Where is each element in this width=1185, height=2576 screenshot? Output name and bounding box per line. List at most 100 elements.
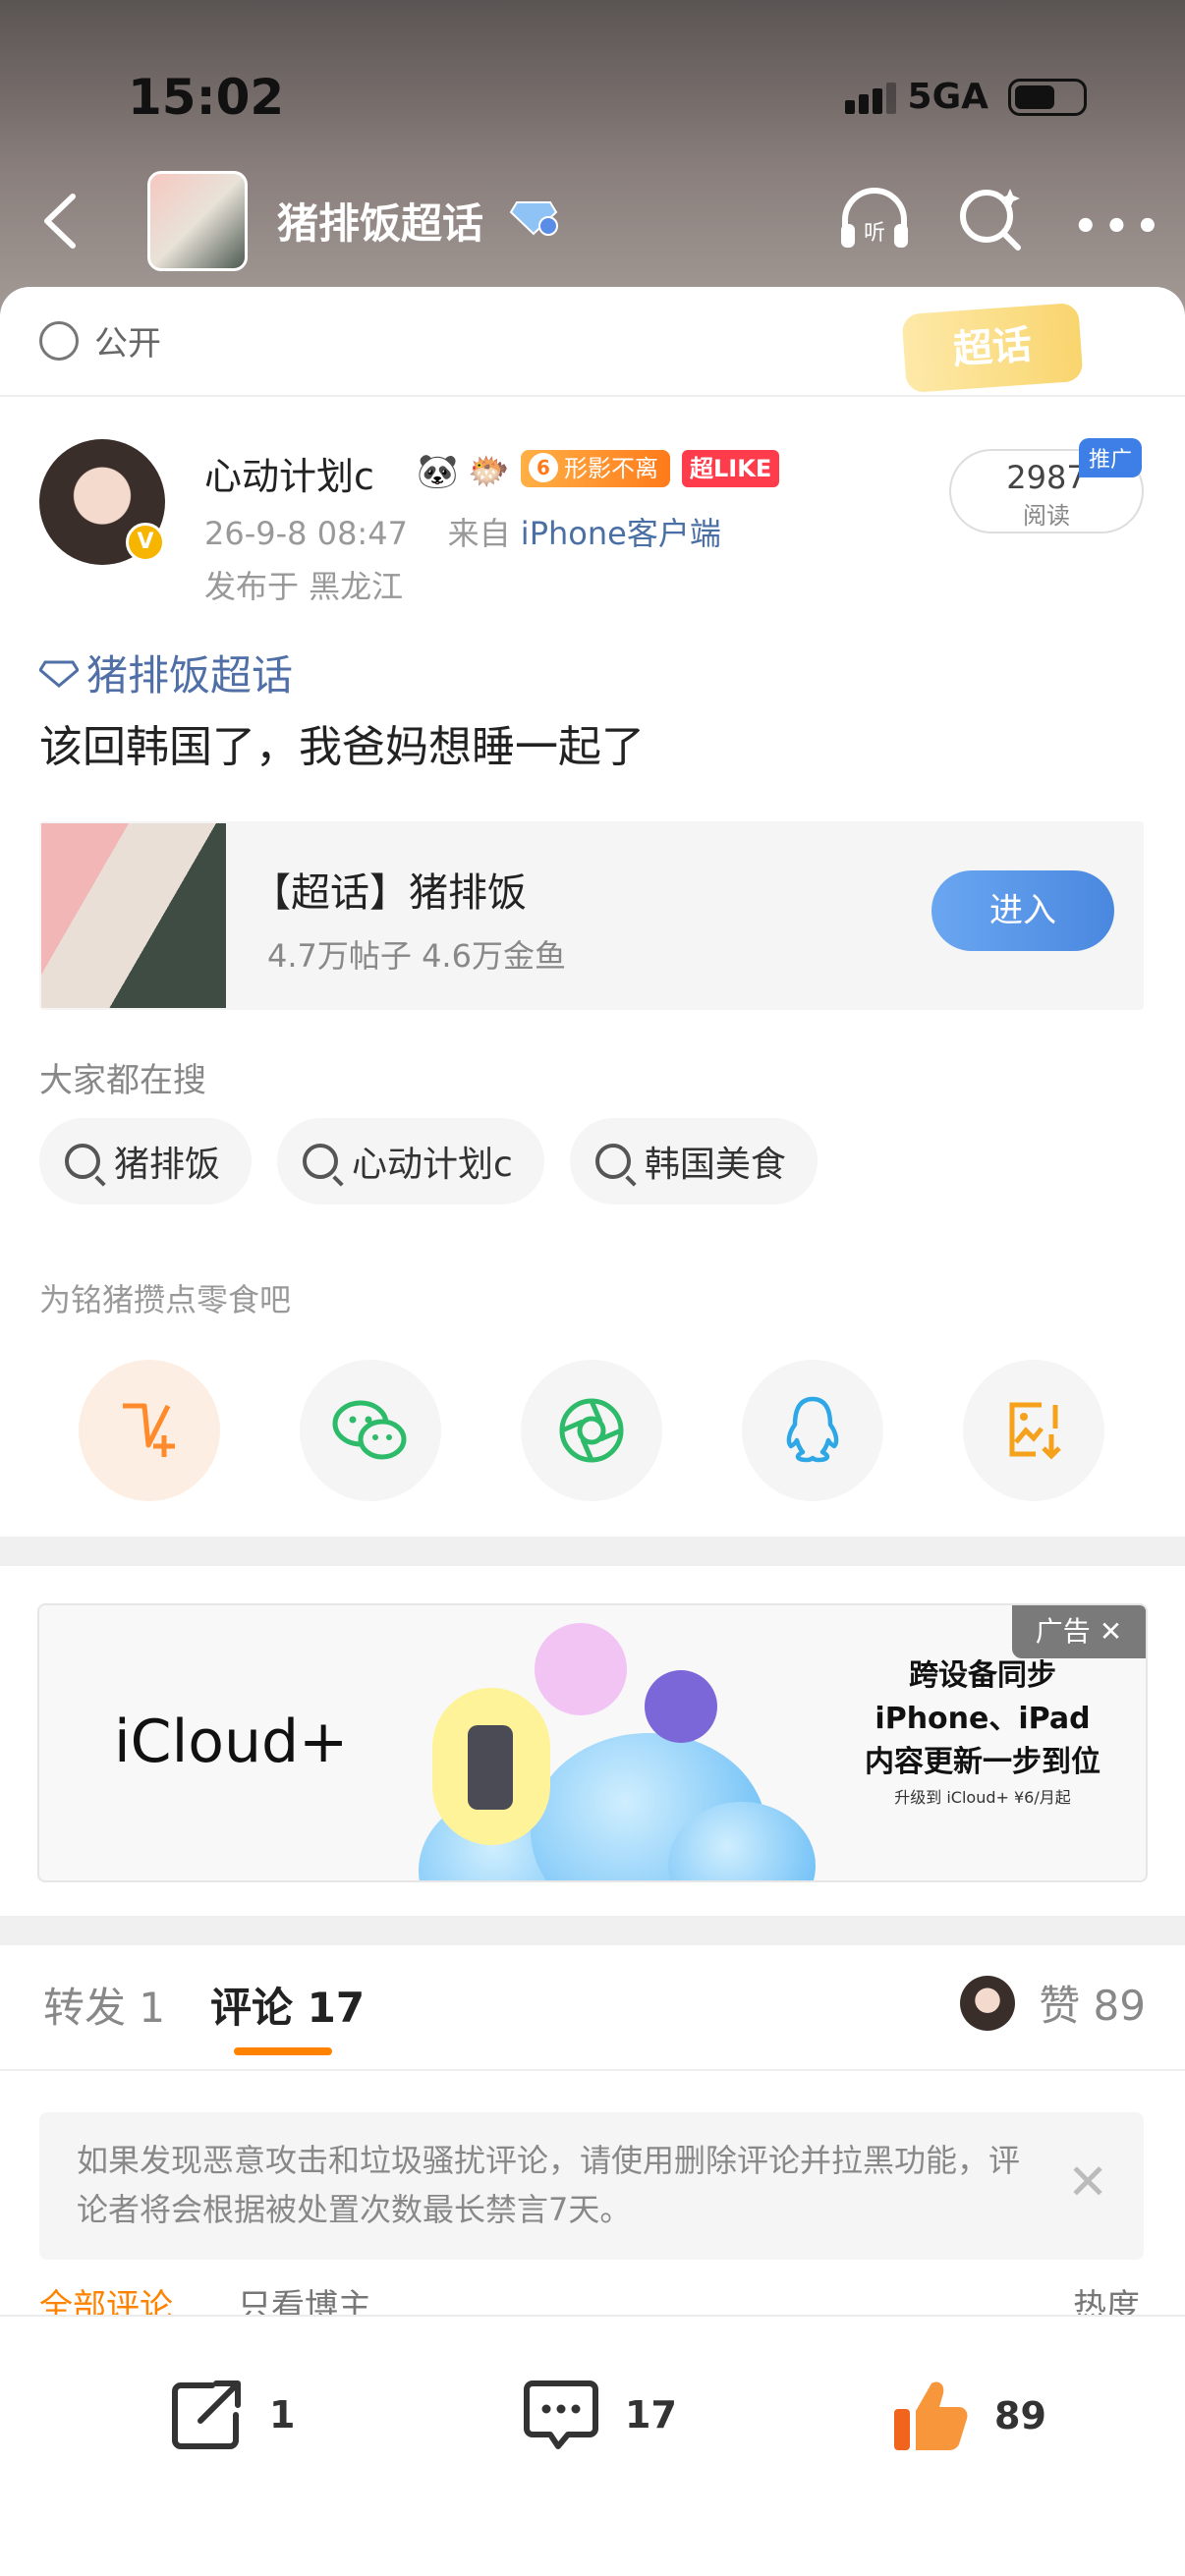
repost-count: 1 xyxy=(269,2393,296,2436)
vplus-icon xyxy=(123,1403,175,1457)
save-image-icon xyxy=(1009,1402,1061,1460)
search-suggestions: 猪排饭 心动计划c 韩国美食 xyxy=(39,1118,818,1204)
comment-notice: 如果发现恶意攻击和垃圾骚扰评论，请使用删除评论并拉黑功能，评论者将会根据被处置次… xyxy=(39,2112,1144,2260)
search-icon xyxy=(594,1144,631,1179)
qq-share-button[interactable] xyxy=(742,1360,883,1501)
tab-repost[interactable]: 转发 1 xyxy=(43,1975,165,2035)
ad-copy: 跨设备同步 iPhone、iPad 内容更新一步到位 升级到 iCloud+ ¥… xyxy=(835,1654,1130,1812)
vplus-share-button[interactable] xyxy=(79,1360,220,1501)
share-icon xyxy=(172,2380,241,2449)
moments-icon xyxy=(559,1398,624,1463)
medal-level: 6 xyxy=(529,453,558,482)
post-meta: 26-9-8 08:47 来自 iPhone客户端 xyxy=(204,509,721,554)
ad-brand: iCloud+ xyxy=(114,1708,349,1776)
network-type: 5GA xyxy=(907,77,988,117)
fan-medal[interactable]: 6 形影不离 xyxy=(521,450,670,487)
search-chip[interactable]: 心动计划c xyxy=(277,1118,544,1204)
globe-icon xyxy=(39,320,79,361)
svg-text:听: 听 xyxy=(864,221,885,246)
search-icon xyxy=(303,1144,339,1179)
source-prefix: 来自 xyxy=(447,515,511,552)
chaohua-badge[interactable]: 超话 xyxy=(901,302,1084,394)
comment-tabs: 转发 1 评论 17 赞 89 xyxy=(0,1945,1185,2071)
back-icon[interactable] xyxy=(29,187,98,255)
search-chip-label: 猪排饭 xyxy=(114,1145,221,1185)
share-row xyxy=(79,1360,1104,1501)
search-icon xyxy=(65,1144,100,1179)
diamond-icon xyxy=(39,660,79,688)
search-icon[interactable] xyxy=(955,183,1026,253)
comment-icon xyxy=(524,2380,598,2449)
sort-author-only[interactable]: 只看博主 xyxy=(238,2279,371,2317)
panda-icon: 🐼 xyxy=(417,452,459,491)
notice-text: 如果发现恶意攻击和垃圾骚扰评论，请使用删除评论并拉黑功能，评论者将会根据被处置次… xyxy=(77,2142,1021,2228)
ad-line: iPhone、iPad xyxy=(875,1702,1091,1736)
section-divider xyxy=(0,1537,1185,1566)
tab-likes[interactable]: 赞 89 xyxy=(960,1973,1146,2033)
moments-share-button[interactable] xyxy=(521,1360,662,1501)
ad-line: 跨设备同步 xyxy=(909,1658,1056,1693)
sort-hot[interactable]: 热度 xyxy=(1073,2279,1140,2317)
liker-avatar xyxy=(960,1975,1016,2031)
qq-icon xyxy=(786,1396,839,1463)
icloud-ad[interactable]: iCloud+ 跨设备同步 iPhone、iPad 内容更新一步到位 升级到 i… xyxy=(37,1603,1148,1882)
search-suggest-label: 大家都在搜 xyxy=(39,1061,206,1100)
repost-button[interactable]: 1 xyxy=(167,2376,295,2454)
close-icon[interactable]: ✕ xyxy=(1067,2157,1108,2207)
comment-count: 17 xyxy=(625,2393,677,2436)
bottom-action-bar: 1 17 89 xyxy=(0,2315,1185,2576)
status-time: 15:02 xyxy=(128,69,285,126)
tab-underline xyxy=(234,2047,332,2055)
section-divider xyxy=(0,1916,1185,1945)
search-chip[interactable]: 韩国美食 xyxy=(569,1118,818,1204)
page-title: 猪排饭超话 xyxy=(277,199,484,248)
topic-stats: 4.7万帖子 4.6万金鱼 xyxy=(267,937,566,975)
header-background: 15:02 5GA 猪排饭超话 听 ••• xyxy=(0,0,1185,314)
topic-avatar[interactable] xyxy=(147,171,248,271)
read-label: 阅读 xyxy=(1023,502,1070,530)
sort-all[interactable]: 全部评论 xyxy=(39,2279,173,2317)
promo-badge[interactable]: 推广 xyxy=(1079,438,1143,477)
battery-icon xyxy=(1008,79,1087,116)
search-chip-label: 韩国美食 xyxy=(644,1145,786,1185)
ad-ipad-image xyxy=(535,1623,627,1715)
topic-name: 【超话】猪排饭 xyxy=(252,870,527,916)
post-date: 26-9-8 08:47 xyxy=(204,515,408,552)
status-bar: 15:02 5GA xyxy=(0,59,1185,138)
save-image-button[interactable] xyxy=(963,1360,1104,1501)
nav-bar: 猪排饭超话 听 ••• xyxy=(0,157,1185,285)
ad-label: 广告 xyxy=(1035,1615,1091,1648)
visibility-label: 公开 xyxy=(94,324,161,364)
visibility-row: 公开 xyxy=(39,316,161,364)
wechat-share-button[interactable] xyxy=(300,1360,441,1501)
likes-label: 赞 89 xyxy=(1039,1982,1146,2030)
topic-link[interactable]: 猪排饭超话 xyxy=(39,643,293,702)
topic-link-label: 猪排饭超话 xyxy=(86,651,294,700)
post-text: 该回韩国了，我爸妈想睡一起了 xyxy=(39,722,645,772)
divider xyxy=(0,395,1185,397)
thumbs-up-icon xyxy=(894,2381,968,2450)
author-name[interactable]: 心动计划c xyxy=(204,446,374,500)
comment-button[interactable]: 17 xyxy=(521,2376,677,2454)
tab-comments[interactable]: 评论 17 xyxy=(210,1975,365,2035)
topic-card[interactable]: 【超话】猪排饭 4.7万帖子 4.6万金鱼 进入 xyxy=(39,821,1144,1010)
wechat-icon xyxy=(332,1400,407,1460)
signal-icon xyxy=(845,83,900,118)
post-source[interactable]: iPhone客户端 xyxy=(521,515,721,552)
search-chip-label: 心动计划c xyxy=(352,1145,513,1185)
medal-label: 形影不离 xyxy=(564,455,658,482)
ad-close-button[interactable]: 广告 ✕ xyxy=(1012,1605,1146,1658)
like-button[interactable]: 89 xyxy=(890,2376,1046,2456)
comment-sort-row: 全部评论 只看博主 热度 xyxy=(0,2277,1185,2317)
listen-icon[interactable]: 听 xyxy=(835,185,914,253)
diamond-icon xyxy=(509,201,558,236)
fish-icon: 🐡 xyxy=(468,452,510,491)
ad-line: 内容更新一步到位 xyxy=(865,1745,1100,1779)
enter-button[interactable]: 进入 xyxy=(931,870,1114,951)
share-label: 为铭猪攒点零食吧 xyxy=(39,1281,292,1318)
search-chip[interactable]: 猪排饭 xyxy=(39,1118,253,1204)
more-icon[interactable]: ••• xyxy=(1073,204,1166,250)
ad-watch-image xyxy=(645,1670,717,1743)
topic-thumbnail xyxy=(41,823,226,1008)
verified-icon: V xyxy=(126,523,165,562)
